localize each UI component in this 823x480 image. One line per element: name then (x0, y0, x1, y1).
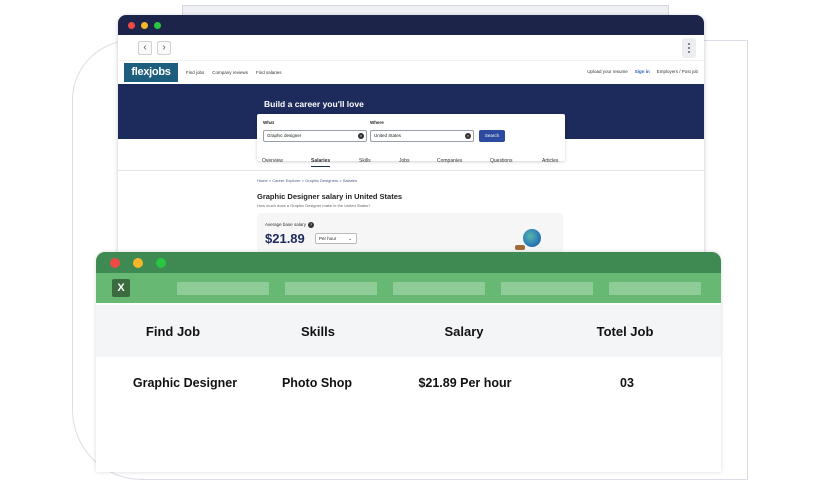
what-label: What (263, 120, 274, 125)
minimize-dot-icon[interactable] (141, 21, 148, 29)
cell-total-job[interactable]: 03 (577, 357, 677, 409)
tab-bar: Overview Salaries Skills Jobs Companies … (118, 155, 704, 171)
minimize-dot-icon[interactable] (133, 257, 143, 268)
hero-title: Build a career you'll love (264, 99, 364, 109)
tab-companies[interactable]: Companies (437, 158, 462, 164)
browser-nav-row: ‹ › (118, 35, 704, 61)
period-select-value: Per hour (319, 236, 337, 241)
help-icon[interactable]: ? (307, 222, 314, 228)
where-label: Where (370, 120, 384, 125)
where-input-value: United States (374, 133, 402, 138)
spreadsheet-window: X Find Job Skills Salary Totel Job Graph… (96, 252, 721, 472)
tab-jobs[interactable]: Jobs (399, 158, 410, 164)
globe-icon (523, 229, 541, 247)
tab-articles[interactable]: Articles (542, 158, 558, 164)
site-nav-links: Find jobs Company reviews Find salaries (186, 70, 282, 75)
close-dot-icon[interactable] (128, 21, 135, 29)
tab-questions[interactable]: Questions (490, 158, 513, 164)
header-total-job: Totel Job (596, 323, 654, 339)
average-salary-label: Average base salary? (265, 222, 314, 228)
maximize-dot-icon[interactable] (154, 21, 161, 29)
sheet-toolbar: X (96, 273, 721, 303)
sheet-titlebar (96, 252, 721, 273)
breadcrumb[interactable]: Home > Career Explorer > Graphic Designe… (257, 178, 357, 183)
chevron-down-icon: ⌄ (348, 236, 352, 241)
books-icon (515, 245, 525, 250)
browser-titlebar (118, 15, 704, 35)
header-salary: Salary (444, 323, 484, 339)
clear-what-icon[interactable]: × (358, 133, 364, 139)
nav-find-jobs[interactable]: Find jobs (186, 70, 204, 75)
what-input-value: Graphic designer (267, 133, 302, 138)
close-dot-icon[interactable] (110, 257, 120, 268)
header-find-job: Find Job (145, 323, 201, 339)
sign-in-link[interactable]: Sign in (635, 69, 650, 74)
browser-window: ‹ › flexjobs Find jobs Company reviews F… (118, 15, 704, 260)
site-header: flexjobs Find jobs Company reviews Find … (118, 61, 704, 84)
back-icon[interactable]: ‹ (138, 40, 152, 55)
clear-where-icon[interactable]: × (465, 133, 471, 139)
average-salary-label-text: Average base salary (265, 222, 306, 228)
upload-resume-link[interactable]: Upload your resume (587, 69, 628, 74)
period-select[interactable]: Per hour ⌄ (315, 233, 357, 244)
what-input[interactable]: Graphic designer × (263, 130, 367, 142)
toolbar-placeholder (177, 282, 269, 295)
forward-icon[interactable]: › (157, 40, 171, 55)
search-card: What Graphic designer × Where United Sta… (257, 114, 565, 161)
cell-find-job[interactable]: Graphic Designer (110, 357, 260, 409)
flexjobs-logo[interactable]: flexjobs (124, 63, 178, 82)
site-right-links: Upload your resume Sign in Employers / P… (587, 69, 698, 74)
toolbar-placeholder (393, 282, 485, 295)
where-input[interactable]: United States × (370, 130, 474, 142)
tab-overview[interactable]: Overview (262, 158, 283, 164)
toolbar-placeholder (609, 282, 701, 295)
cell-salary[interactable]: $21.89 Per hour (396, 357, 534, 409)
nav-company-reviews[interactable]: Company reviews (212, 70, 248, 75)
salary-value: $21.89 (265, 231, 305, 246)
table-row: Graphic Designer Photo Shop $21.89 Per h… (96, 357, 721, 409)
excel-icon[interactable]: X (112, 279, 130, 297)
tab-salaries[interactable]: Salaries (311, 158, 331, 167)
toolbar-placeholder (501, 282, 593, 295)
toolbar-placeholder (285, 282, 377, 295)
cell-skills[interactable]: Photo Shop (252, 357, 382, 409)
page-title: Graphic Designer salary in United States (257, 192, 403, 201)
page-subtitle: How much does a Graphic Designer make in… (257, 203, 371, 208)
scene: ‹ › flexjobs Find jobs Company reviews F… (0, 0, 823, 480)
table-header-row: Find Job Skills Salary Totel Job (96, 305, 721, 357)
header-skills: Skills (301, 323, 335, 339)
nav-find-salaries[interactable]: Find salaries (256, 70, 282, 75)
tab-skills[interactable]: Skills (359, 158, 371, 164)
employers-link[interactable]: Employers / Post job (657, 69, 698, 74)
maximize-dot-icon[interactable] (156, 257, 166, 268)
search-button[interactable]: Search (479, 130, 505, 142)
kebab-menu-icon[interactable] (682, 38, 696, 58)
